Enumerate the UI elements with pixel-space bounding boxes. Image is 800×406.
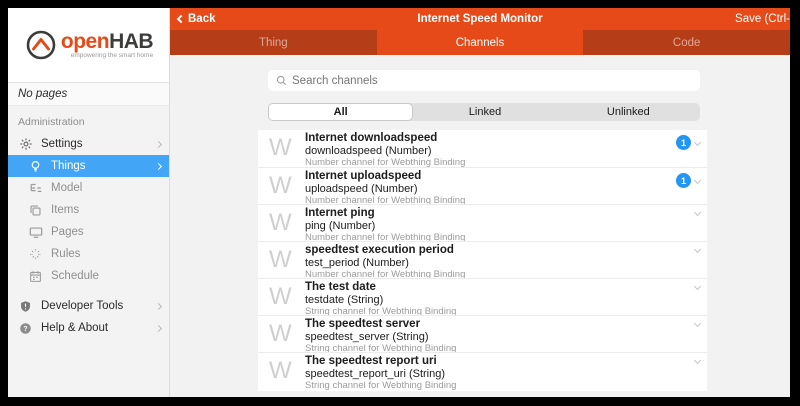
sidebar-item-pages[interactable]: Pages	[8, 221, 169, 243]
channel-id: speedtest_report_uri (String)	[305, 368, 456, 380]
svg-text:?: ?	[23, 325, 27, 332]
search-input[interactable]	[292, 75, 672, 87]
channel-row-downloadspeed[interactable]: W Internet downloadspeed downloadspeed (…	[258, 130, 707, 167]
channel-row-testdate[interactable]: W The test date testdate (String) String…	[258, 278, 707, 315]
sidebar-item-label: Help & About	[41, 322, 156, 334]
save-button[interactable]: Save (Ctrl-	[735, 8, 790, 30]
filter-tab-unlinked[interactable]: Unlinked	[557, 103, 700, 121]
sidebar-item-label: Settings	[41, 138, 156, 150]
chevron-down-icon[interactable]	[694, 209, 701, 216]
sidebar-item-settings[interactable]: Settings	[8, 133, 169, 155]
sidebar-item-model[interactable]: Model	[8, 177, 169, 199]
channel-title: The speedtest report uri	[305, 355, 456, 368]
channel-avatar: W	[269, 246, 292, 274]
channel-id: ping (Number)	[305, 220, 465, 232]
openhab-logo: openHAB empowering the smart home	[8, 8, 169, 82]
page-title: Internet Speed Monitor	[170, 8, 790, 30]
sidebar-item-label: Developer Tools	[41, 300, 156, 312]
menu-divider-gap	[8, 287, 169, 295]
sidebar-item-help-about[interactable]: ? Help & About	[8, 317, 169, 339]
sidebar-item-items[interactable]: Items	[8, 199, 169, 221]
linked-count-badge: 1	[676, 135, 691, 150]
search-icon	[276, 75, 287, 86]
channel-avatar: W	[269, 320, 292, 348]
channel-id: test_period (Number)	[305, 257, 465, 269]
chevron-right-icon	[155, 302, 162, 309]
sidebar-item-label: Pages	[51, 226, 161, 238]
channel-title: Internet uploadspeed	[305, 170, 465, 183]
chevron-right-icon	[155, 140, 162, 147]
sidebar-item-schedule[interactable]: Schedule	[8, 265, 169, 287]
channel-title: The test date	[305, 281, 456, 294]
sidebar-item-label: Items	[51, 204, 161, 216]
channel-title: Internet ping	[305, 207, 465, 220]
chevron-down-icon[interactable]	[694, 283, 701, 290]
channel-id: testdate (String)	[305, 294, 456, 306]
linked-count-badge: 1	[676, 173, 691, 188]
logo-tagline: empowering the smart home	[61, 52, 153, 59]
sidebar: openHAB empowering the smart home No pag…	[8, 8, 170, 397]
question-circle-icon: ?	[18, 321, 33, 336]
chevron-down-icon[interactable]	[694, 139, 701, 146]
shield-icon	[18, 299, 33, 314]
channel-row-speedtest-server[interactable]: W The speedtest server speedtest_server …	[258, 315, 707, 352]
channel-title: Internet downloadspeed	[305, 132, 465, 145]
channel-avatar: W	[269, 134, 292, 162]
chevron-right-icon	[155, 324, 162, 331]
chevron-down-icon[interactable]	[694, 177, 701, 184]
channel-avatar: W	[269, 209, 292, 237]
tab-thing[interactable]: Thing	[170, 30, 377, 55]
copy-icon	[28, 203, 43, 218]
channel-row-ping[interactable]: W Internet ping ping (Number) Number cha…	[258, 204, 707, 241]
filter-tab-all[interactable]: All	[268, 103, 413, 121]
chevron-down-icon[interactable]	[694, 320, 701, 327]
logo-wordmark: openHAB	[61, 32, 153, 52]
channel-description: String channel for Webthing Binding	[305, 380, 456, 391]
tab-bar: Thing Channels Code	[170, 30, 790, 55]
channel-avatar: W	[269, 172, 292, 200]
tab-code[interactable]: Code	[583, 30, 790, 55]
channel-id: downloadspeed (Number)	[305, 145, 465, 157]
administration-section-label: Administration	[8, 107, 169, 133]
sidebar-item-label: Rules	[51, 248, 161, 260]
tab-channels[interactable]: Channels	[377, 30, 584, 55]
channel-row-test-period[interactable]: W speedtest execution period test_period…	[258, 241, 707, 278]
filter-segmented-control: All Linked Unlinked	[268, 103, 700, 121]
search-bar[interactable]	[268, 70, 700, 91]
monitor-icon	[28, 225, 43, 240]
channel-avatar: W	[269, 283, 292, 311]
channel-id: uploadspeed (Number)	[305, 183, 465, 195]
lightbulb-icon	[28, 159, 43, 174]
chevron-right-icon	[155, 162, 162, 169]
channel-list: W Internet downloadspeed downloadspeed (…	[258, 130, 707, 391]
sidebar-item-rules[interactable]: Rules	[8, 243, 169, 265]
channel-row-uploadspeed[interactable]: W Internet uploadspeed uploadspeed (Numb…	[258, 167, 707, 204]
filter-tab-linked[interactable]: Linked	[413, 103, 556, 121]
calendar-icon	[28, 269, 43, 284]
openhab-logo-icon	[24, 28, 58, 62]
channels-content: All Linked Unlinked W Internet downloads…	[170, 55, 790, 397]
channel-row-speedtest-report-uri[interactable]: W The speedtest report uri speedtest_rep…	[258, 352, 707, 389]
model-tree-icon	[28, 181, 43, 196]
sparks-icon	[28, 247, 43, 262]
channel-title: speedtest execution period	[305, 244, 465, 257]
sidebar-item-developer-tools[interactable]: Developer Tools	[8, 295, 169, 317]
top-navbar: Back Internet Speed Monitor Save (Ctrl-	[170, 8, 790, 30]
channel-title: The speedtest server	[305, 318, 456, 331]
channel-id: speedtest_server (String)	[305, 331, 456, 343]
no-pages-label: No pages	[8, 82, 169, 106]
sidebar-item-label: Model	[51, 182, 161, 194]
sidebar-item-label: Things	[51, 160, 156, 172]
sidebar-item-things[interactable]: Things	[8, 155, 169, 177]
chevron-down-icon[interactable]	[694, 357, 701, 364]
chevron-down-icon[interactable]	[694, 246, 701, 253]
app-window: openHAB empowering the smart home No pag…	[8, 8, 790, 397]
gear-icon	[18, 137, 33, 152]
sidebar-menu: Administration Settings Things Mo	[8, 107, 169, 339]
sidebar-item-label: Schedule	[51, 270, 161, 282]
channel-avatar: W	[269, 357, 292, 385]
